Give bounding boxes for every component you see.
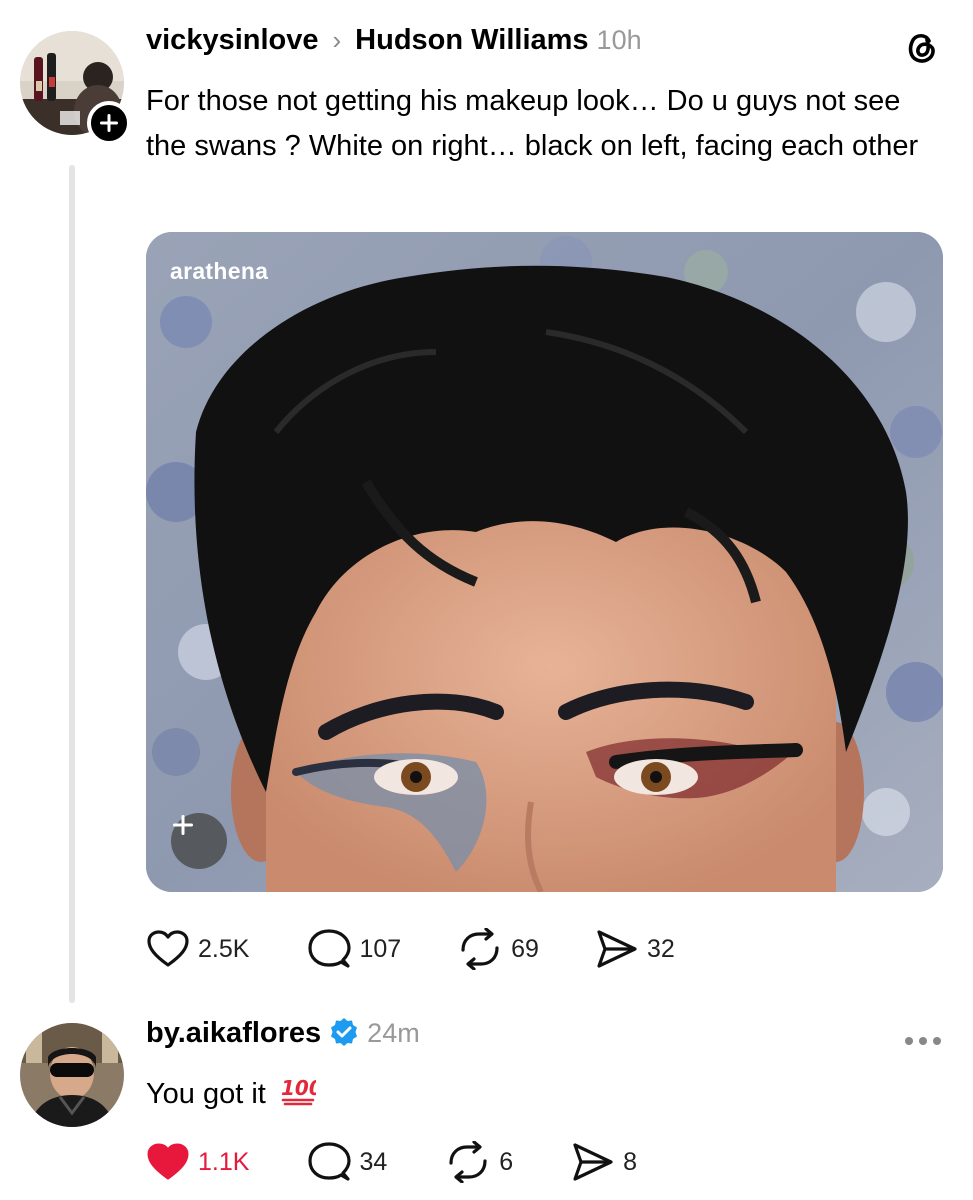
reply-share-count: 8 bbox=[623, 1147, 638, 1176]
post-header: vickysinlove › Hudson Williams 10h bbox=[146, 24, 642, 57]
reply-timestamp: 24m bbox=[367, 1018, 420, 1048]
svg-text:100: 100 bbox=[281, 1076, 316, 1100]
post-image[interactable]: arathena bbox=[146, 232, 943, 892]
share-count: 32 bbox=[646, 934, 675, 963]
reply-repost-button[interactable]: 6 bbox=[445, 1141, 513, 1183]
post-actions: 2.5K 107 69 32 bbox=[146, 928, 675, 970]
repost-icon bbox=[449, 1141, 487, 1183]
heart-icon bbox=[147, 930, 189, 967]
reply-like-count: 1.1K bbox=[198, 1147, 250, 1176]
reply-author-avatar[interactable] bbox=[20, 1023, 124, 1127]
more-options-icon[interactable] bbox=[903, 1034, 943, 1052]
like-count: 2.5K bbox=[198, 934, 250, 963]
heart-filled-icon bbox=[147, 1143, 189, 1180]
media-watermark: arathena bbox=[170, 258, 269, 284]
send-icon bbox=[573, 1143, 613, 1181]
repost-count: 69 bbox=[511, 934, 539, 963]
comment-button[interactable]: 107 bbox=[307, 928, 401, 970]
plus-icon bbox=[100, 114, 118, 132]
comment-icon bbox=[308, 1142, 352, 1181]
threads-logo-icon[interactable] bbox=[902, 28, 940, 71]
thread-connector-line bbox=[69, 165, 75, 1003]
repost-button[interactable]: 69 bbox=[457, 928, 539, 970]
send-icon bbox=[597, 930, 637, 968]
reply-text: You got it bbox=[146, 1077, 266, 1110]
comment-count: 107 bbox=[359, 934, 402, 963]
author-username[interactable]: vickysinlove bbox=[146, 24, 319, 57]
reply-share-button[interactable]: 8 bbox=[571, 1141, 637, 1183]
reply-actions: 1.1K 34 6 8 bbox=[146, 1141, 637, 1183]
share-button[interactable]: 32 bbox=[595, 928, 675, 970]
reply-author-username[interactable]: by.aikaflores bbox=[146, 1017, 321, 1050]
post-timestamp: 10h bbox=[596, 25, 642, 55]
reply-text-line: You got it 100 bbox=[146, 1073, 323, 1115]
reply-comment-button[interactable]: 34 bbox=[307, 1141, 387, 1183]
media-add-button[interactable] bbox=[171, 813, 227, 869]
repost-icon bbox=[461, 928, 499, 970]
like-button[interactable]: 2.5K bbox=[146, 929, 249, 969]
reply-comment-count: 34 bbox=[359, 1147, 388, 1176]
plus-icon bbox=[173, 815, 193, 835]
reply-repost-count: 6 bbox=[499, 1147, 514, 1176]
reply-header: by.aikaflores 24m bbox=[146, 1017, 420, 1052]
post-text: For those not getting his makeup look… D… bbox=[146, 85, 919, 162]
comment-icon bbox=[308, 929, 352, 968]
verified-badge-icon bbox=[329, 1017, 359, 1052]
reply-chevron: › bbox=[332, 25, 342, 55]
follow-button[interactable] bbox=[87, 101, 131, 145]
reply-to-username[interactable]: Hudson Williams bbox=[355, 24, 588, 57]
portrait-photo bbox=[146, 232, 943, 892]
hundred-points-icon: 100 bbox=[280, 1073, 323, 1115]
reply-like-button[interactable]: 1.1K bbox=[146, 1142, 249, 1182]
